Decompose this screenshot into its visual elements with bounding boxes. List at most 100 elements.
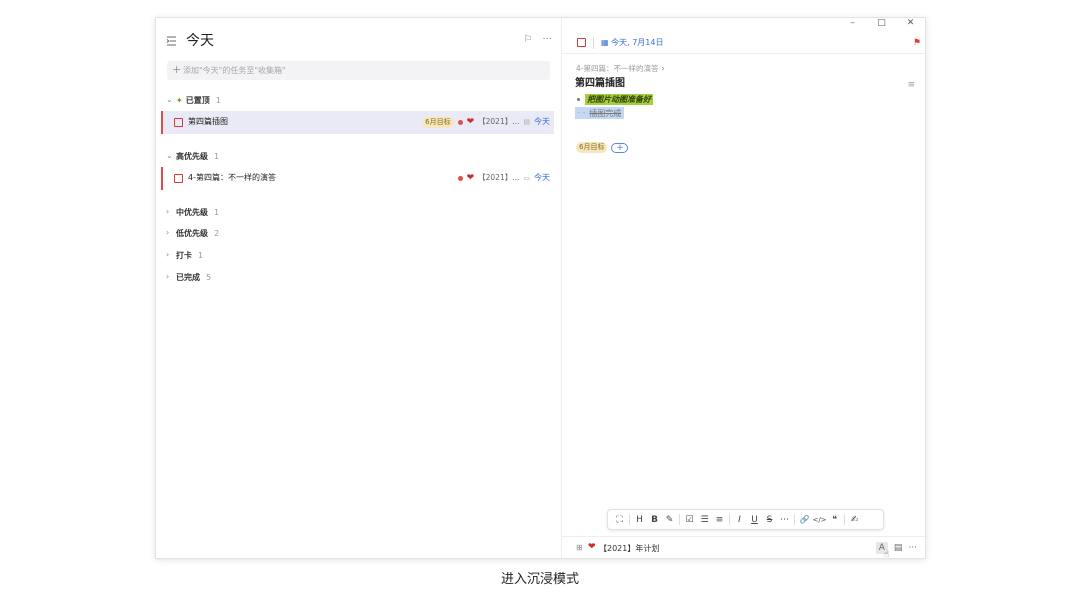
handwriting-icon[interactable]: ✍ [847,512,862,527]
subtask-icon: ▭ [523,174,530,182]
status-dot [457,175,463,181]
section-count: 1 [214,207,220,217]
task-meta: ❤ 【2021】... ▭ 今天 [457,172,550,184]
task-detail-pane: ▦ 今天, 7月14日 ⚑ 4-第四篇：不一样的演答 › 第四篇插图 ≡ 把图片动… [562,18,925,558]
project-name[interactable]: 【2021】年计划 [599,543,659,555]
link-icon[interactable]: 🔗 [797,512,812,527]
note-icon: ▤ [523,118,530,126]
chevron-right-icon: › [166,250,170,259]
plus-icon: + [172,63,182,76]
task-list-pane: 今天 ⚐ ··· + ⌄ ✦ 已置顶 1 第四篇插图 6月目标 ❤ 【 [156,18,562,558]
quote-icon[interactable]: ❝ [827,512,842,527]
chevron-right-icon: › [166,272,170,281]
divider [844,514,845,525]
move-project-icon[interactable]: ⊞ [576,543,583,552]
detail-header: ▦ 今天, 7月14日 ⚑ [575,36,921,50]
divider [562,536,925,537]
section-label: 中优先级 [176,207,208,217]
task-row[interactable]: 第四篇插图 6月目标 ❤ 【2021】... ▤ 今天 [161,111,554,134]
heart-icon: ❤ [588,542,596,552]
divider [629,514,630,525]
detail-tags: 6月目标 + [576,142,629,153]
app-window: – □ ✕ 今天 ⚐ ··· + ⌄ ✦ 已置顶 1 [155,17,926,559]
chevron-right-icon: › [166,228,170,237]
divider-line-icon[interactable]: ⋯ [777,512,792,527]
selected-checklist-line[interactable]: - - 插图完成 [575,107,625,119]
pin-icon: ✦ [176,95,183,105]
comment-icon[interactable]: ▤ [894,542,903,554]
section-count: 1 [214,151,220,161]
task-due[interactable]: 今天 [534,172,550,184]
more-icon[interactable]: ··· [542,33,552,47]
detail-tag[interactable]: 6月目标 [576,142,608,153]
format-toolbar: ⛶ H B ✎ ☑ ☰ ≡ I U S ⋯ 🔗 </> ❝ ✍ [607,509,884,530]
code-icon[interactable]: </> [812,512,827,527]
strikethrough-text: 插图完成 [589,108,622,118]
outline-icon[interactable]: ≡ [907,80,915,90]
page-title: 今天 [186,33,214,49]
section-high-priority[interactable]: ⌄ 高优先级 1 [166,149,219,163]
section-label: 打卡 [176,250,192,260]
task-row[interactable]: 4-第四篇：不一样的演答 ❤ 【2021】... ▭ 今天 [161,167,554,190]
content-bullet[interactable]: 把图片动图准备好 [577,94,653,105]
task-project: 【2021】... [478,173,520,182]
dash-icon: - - [578,109,586,117]
section-label: 高优先级 [176,151,208,161]
divider [562,53,925,54]
section-label: 低优先级 [176,228,208,238]
flag-icon[interactable]: ⚐ [523,33,532,47]
task-title: 4-第四篇：不一样的演答 [188,173,276,182]
chevron-right-icon: › [661,64,665,73]
hand-cursor-icon: ☝ [883,550,890,559]
due-date-button[interactable]: ▦ 今天, 7月14日 [601,36,663,50]
more-icon[interactable]: ··· [908,542,917,554]
due-date-label: 今天, 7月14日 [611,38,664,47]
detail-title[interactable]: 第四篇插图 [575,77,625,91]
italic-icon[interactable]: I [732,512,747,527]
task-checkbox[interactable] [174,118,183,127]
divider [593,37,594,49]
add-task-bar[interactable]: + [167,61,550,80]
highlight-icon[interactable]: ✎ [662,512,677,527]
bullet-list-icon[interactable]: ☰ [697,512,712,527]
footer-actions: A ☝ ▤ ··· [875,542,917,558]
add-task-input[interactable] [183,63,543,78]
status-dot [457,119,463,125]
detail-footer: ⊞ ❤ 【2021】年计划 A ☝ ▤ ··· [562,542,925,558]
calendar-icon: ▦ [601,38,609,47]
add-tag-button[interactable]: + [611,142,629,153]
section-count: 2 [214,228,220,238]
section-pinned[interactable]: ⌄ ✦ 已置顶 1 [166,93,221,107]
checkbox-icon[interactable]: ☑ [682,512,697,527]
priority-bar [161,167,163,190]
section-medium-priority[interactable]: › 中优先级 1 [166,205,219,219]
task-due[interactable]: 今天 [534,116,550,128]
font-format-button[interactable]: A ☝ [875,542,889,558]
section-count: 1 [198,250,204,260]
priority-bar [161,111,163,134]
task-tag[interactable]: 6月目标 [422,116,454,128]
underline-icon[interactable]: U [747,512,762,527]
menu-collapse-icon[interactable] [166,35,178,47]
highlighted-text: 把图片动图准备好 [585,94,653,105]
numbered-list-icon[interactable]: ≡ [712,512,727,527]
bullet-dot [577,98,580,101]
divider [729,514,730,525]
breadcrumb-parent: 4-第四篇：不一样的演答 [576,64,659,73]
section-checkin[interactable]: › 打卡 1 [166,248,203,262]
priority-flag-icon[interactable]: ⚑ [913,36,921,50]
bold-icon[interactable]: B [647,512,662,527]
heart-icon: ❤ [466,117,475,127]
section-label: 已完成 [176,272,200,282]
section-label: 已置顶 [185,95,210,105]
task-checkbox[interactable] [174,174,183,183]
breadcrumb[interactable]: 4-第四篇：不一样的演答 › [576,63,664,75]
strikethrough-icon[interactable]: S [762,512,777,527]
fullscreen-icon[interactable]: ⛶ [612,512,627,527]
chevron-right-icon: › [166,207,170,216]
detail-checkbox[interactable] [577,38,586,47]
section-count: 1 [215,95,221,105]
heading-icon[interactable]: H [632,512,647,527]
section-low-priority[interactable]: › 低优先级 2 [166,226,219,240]
section-completed[interactable]: › 已完成 5 [166,270,211,284]
